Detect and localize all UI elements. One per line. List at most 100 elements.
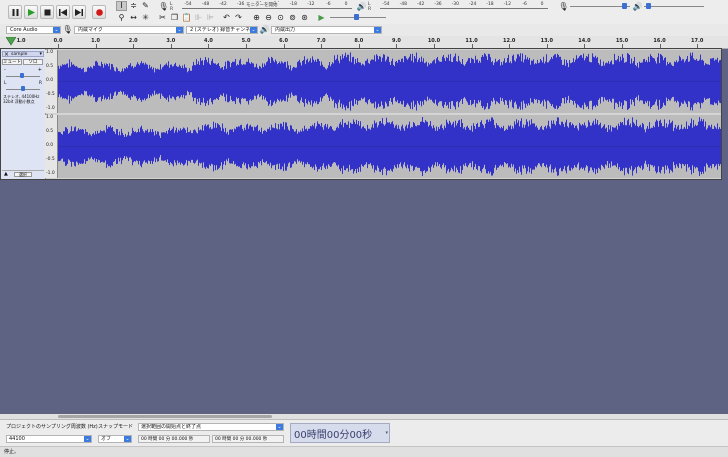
selection-end-time[interactable]: 00 時間 00 分 00.000 秒	[212, 435, 284, 443]
selection-mode-select[interactable]: 選択範囲の開始点と終了点 ⌄	[138, 423, 284, 431]
mixer-speaker-button[interactable]: 🔊	[632, 2, 643, 12]
copy-button[interactable]: ❐	[169, 13, 180, 23]
waveform-left-channel[interactable]	[58, 50, 721, 113]
playback-meter-tick: -48	[399, 2, 408, 7]
gain-slider[interactable]	[6, 73, 40, 81]
record-meter-tick: -48	[201, 2, 210, 7]
slider-knob[interactable]	[646, 3, 651, 9]
zoom-in-icon: ⊕	[253, 13, 260, 22]
selection-tool[interactable]: I	[116, 1, 127, 11]
record-volume-slider[interactable]	[570, 3, 630, 11]
draw-tool[interactable]: ✎	[140, 1, 151, 11]
track-name-button[interactable]: × sample ▾	[2, 51, 44, 58]
playback-meter[interactable]: -54 -48 -42 -36 -30 -24 -18 -12 -6 0	[380, 2, 548, 12]
double-arrow-icon: ↔	[130, 13, 137, 22]
pan-slider[interactable]	[6, 86, 40, 94]
solo-button[interactable]: ソロ	[23, 59, 43, 65]
stop-button[interactable]	[40, 5, 54, 19]
audio-host-value: Core Audio	[10, 27, 38, 33]
silence-button[interactable]: ⊫	[205, 13, 216, 23]
scrollbar-thumb[interactable]	[58, 415, 272, 418]
zoom-tool[interactable]: ⚲	[116, 13, 127, 23]
amplitude-scale-label: 0.0	[46, 143, 54, 148]
vertical-scale-left[interactable]: 1.0 0.5 0.0 -0.5 -1.0	[45, 50, 58, 113]
microphone-icon: 🎙	[158, 2, 169, 11]
zoom-out-button[interactable]: ⊖	[263, 13, 274, 23]
i-beam-icon: I	[120, 1, 123, 10]
time-shift-tool[interactable]: ↔	[128, 13, 139, 23]
speaker-icon: 🔊	[632, 2, 643, 11]
close-icon[interactable]: ×	[4, 51, 9, 58]
multi-tool[interactable]: ✳	[140, 13, 151, 23]
pause-button[interactable]	[8, 5, 22, 19]
project-rate-select[interactable]: 44100 ⌄	[6, 435, 92, 443]
envelope-tool[interactable]: ≑	[128, 1, 139, 11]
playback-volume-slider[interactable]	[644, 3, 704, 11]
select-label: 選択	[19, 172, 27, 177]
recording-device-value: 内蔵マイク	[78, 27, 103, 33]
ruler-tick-label: 1.0	[16, 38, 26, 44]
snap-mode-select[interactable]: オフ ⌄	[98, 435, 132, 443]
record-meter-tick: -18	[289, 2, 298, 7]
speaker-button[interactable]: 🔊	[356, 2, 367, 12]
mixer-mic-button[interactable]: 🎙	[558, 2, 569, 12]
skip-to-end-button[interactable]	[72, 5, 86, 19]
solo-label: ソロ	[28, 60, 38, 65]
pencil-icon: ✎	[142, 1, 149, 10]
play-at-speed-button[interactable]: ▶	[316, 13, 327, 23]
channels-select[interactable]: 2 (ステレオ) 録音チャンネル ⌄	[186, 26, 258, 34]
slider-knob[interactable]	[354, 14, 359, 20]
record-button[interactable]	[92, 5, 106, 19]
scissors-icon: ✂	[159, 13, 166, 22]
audio-host-select[interactable]: Core Audio ⌄	[6, 26, 61, 34]
paste-button[interactable]: 📋	[181, 13, 192, 23]
fit-selection-button[interactable]: ⊙	[275, 13, 286, 23]
selection-start-time[interactable]: 00 時間 00 分 00.000 秒	[138, 435, 210, 443]
play-head-triangle-icon[interactable]	[6, 37, 16, 46]
chevron-down-icon: ⌄	[53, 27, 60, 33]
redo-button[interactable]: ↷	[233, 13, 244, 23]
record-meter-label[interactable]: モニターを開始	[245, 2, 279, 8]
fit-project-button[interactable]: ⊚	[287, 13, 298, 23]
waveform-right-channel[interactable]	[58, 115, 721, 178]
chevron-down-icon: ⌄	[276, 424, 283, 430]
zoom-toggle-button[interactable]: ⊛	[299, 13, 310, 23]
recording-device-select[interactable]: 内蔵マイク ⌄	[74, 26, 184, 34]
audio-position-display[interactable]: 00時間00分00秒 ▾	[290, 423, 390, 443]
playback-meter-tick: 0	[540, 2, 544, 7]
slider-knob[interactable]	[622, 3, 627, 9]
skip-start-icon	[59, 8, 67, 16]
playback-meter-tick: -54	[382, 2, 390, 7]
amplitude-scale-label: -0.5	[46, 92, 55, 97]
mute-button[interactable]: ミュート	[2, 59, 22, 65]
undo-button[interactable]: ↶	[221, 13, 232, 23]
play-speed-slider[interactable]	[330, 14, 386, 22]
play-button[interactable]	[24, 5, 38, 19]
select-track-button[interactable]: 選択	[14, 172, 32, 177]
slider-knob[interactable]	[20, 73, 24, 78]
slider-knob[interactable]	[21, 86, 25, 91]
clipboard-icon: 📋	[181, 13, 192, 22]
magnifier-icon: ⚲	[118, 13, 125, 22]
playback-meter-tick: -18	[486, 2, 494, 7]
empty-track-area[interactable]	[0, 181, 728, 414]
asterisk-icon: ✳	[142, 13, 149, 22]
status-text: 停止。	[4, 449, 20, 455]
vertical-scale-right[interactable]: 1.0 0.5 0.0 -0.5 -1.0	[45, 115, 58, 178]
collapse-icon[interactable]: ▲	[4, 171, 8, 177]
playback-channel-right: R	[368, 7, 372, 12]
trim-button[interactable]: ⊪	[193, 13, 204, 23]
playback-device-select[interactable]: 内蔵出力 ⌄	[271, 26, 382, 34]
zoom-toggle-icon: ⊛	[301, 13, 308, 22]
skip-end-icon	[75, 8, 83, 16]
cut-button[interactable]: ✂	[157, 13, 168, 23]
track-panel: × sample ▾ ミュート ソロ - + L R ステレオ, 44100Hz…	[0, 48, 722, 180]
zoom-in-button[interactable]: ⊕	[251, 13, 262, 23]
envelope-icon: ≑	[130, 1, 137, 10]
record-icon	[95, 8, 103, 16]
selection-mode-value: 選択範囲の開始点と終了点	[141, 424, 202, 430]
selection-end-value: 00 時間 00 分 00.000 秒	[215, 437, 268, 442]
chevron-down-icon: ⌄	[124, 436, 131, 442]
microphone-button[interactable]: 🎙	[158, 2, 169, 12]
skip-to-start-button[interactable]	[56, 5, 70, 19]
